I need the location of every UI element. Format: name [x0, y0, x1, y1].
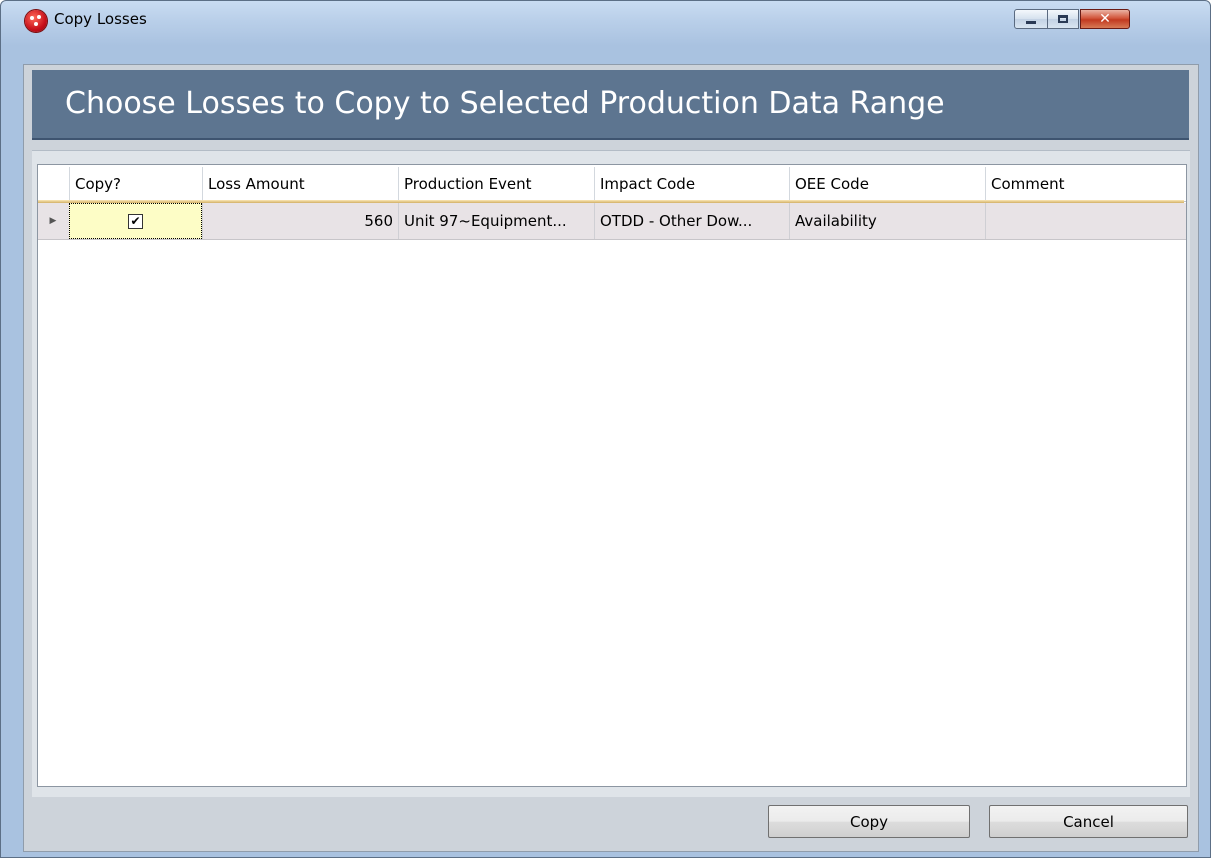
- close-button[interactable]: ✕: [1080, 9, 1130, 29]
- comment-cell[interactable]: [985, 203, 1184, 239]
- close-icon: ✕: [1099, 11, 1111, 27]
- banner-title: Choose Losses to Copy to Selected Produc…: [65, 86, 945, 121]
- column-header-comment[interactable]: Comment: [985, 167, 1184, 201]
- production-event-cell[interactable]: Unit 97~Equipment...: [398, 203, 594, 239]
- title-bar[interactable]: Copy Losses ✕: [1, 1, 1210, 41]
- column-header-oee-code[interactable]: OEE Code: [789, 167, 985, 201]
- losses-grid[interactable]: Copy? Loss Amount Production Event Impac…: [37, 164, 1187, 787]
- window-title: Copy Losses: [54, 10, 147, 28]
- checkmark-icon: ✔: [130, 214, 141, 228]
- column-header-production-event[interactable]: Production Event: [398, 167, 594, 201]
- oee-code-cell[interactable]: Availability: [789, 203, 985, 239]
- table-row[interactable]: ▶ ✔ 560 Unit 97~Equipment... OTDD - Othe…: [38, 203, 1186, 240]
- column-header-loss-amount[interactable]: Loss Amount: [202, 167, 398, 201]
- copy-checkbox-cell[interactable]: ✔: [69, 203, 202, 239]
- app-logo-icon: [25, 10, 47, 32]
- minimize-icon: [1026, 20, 1036, 24]
- impact-code-cell[interactable]: OTDD - Other Dow...: [594, 203, 789, 239]
- column-header-impact-code[interactable]: Impact Code: [594, 167, 789, 201]
- grid-header: Copy? Loss Amount Production Event Impac…: [38, 167, 1186, 202]
- header-banner: Choose Losses to Copy to Selected Produc…: [32, 70, 1189, 140]
- loss-amount-cell[interactable]: 560: [202, 203, 398, 239]
- maximize-button[interactable]: [1047, 9, 1079, 29]
- cancel-button[interactable]: Cancel: [989, 805, 1188, 838]
- copy-checkbox[interactable]: ✔: [128, 213, 143, 229]
- maximize-icon: [1058, 15, 1068, 23]
- row-header-corner: [38, 167, 69, 201]
- minimize-button[interactable]: [1014, 9, 1048, 29]
- copy-button[interactable]: Copy: [768, 805, 970, 838]
- column-header-copy[interactable]: Copy?: [69, 167, 202, 201]
- row-indicator-icon: ▶: [49, 216, 57, 226]
